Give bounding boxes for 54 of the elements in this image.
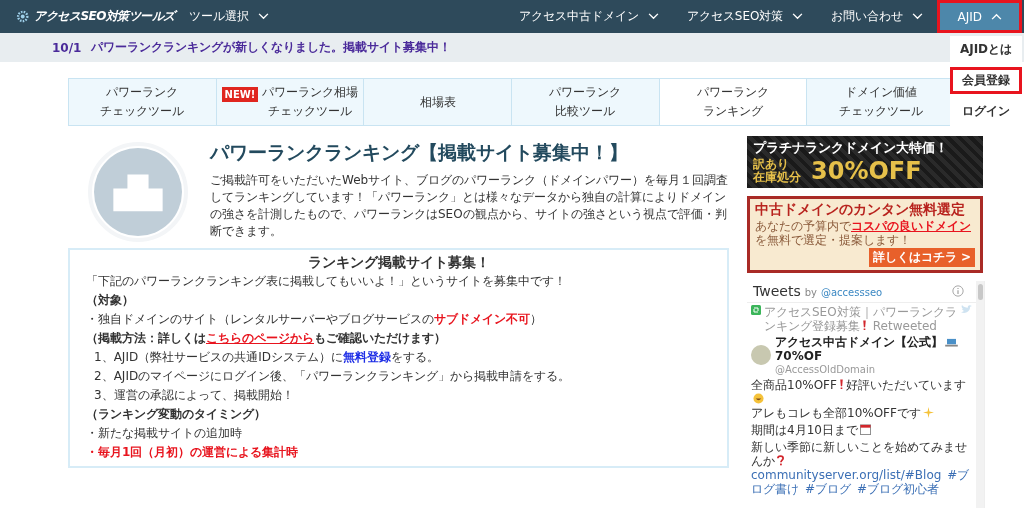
tweet-text: 全商品10%OFF 好評いただいています アレもコレも全部10%OFFです bbox=[751, 378, 967, 420]
account-link[interactable]: @accessseo bbox=[820, 287, 883, 298]
retweet-icon bbox=[751, 305, 761, 315]
recruit-line: （対象） bbox=[86, 292, 135, 309]
chevron-icon bbox=[647, 13, 659, 20]
tool-tab[interactable]: パワーランク チェックツール bbox=[69, 79, 217, 125]
scrollbar[interactable] bbox=[976, 281, 984, 508]
recruit-line: （ランキング変動のタイミング） bbox=[86, 406, 267, 423]
nav-menu-item[interactable]: AJID bbox=[937, 0, 1022, 33]
question-mark-icon bbox=[777, 455, 784, 466]
tool-tab[interactable]: NEW! パワーランク相場 チェックツール bbox=[216, 79, 365, 125]
recruit-line: （掲載方法：詳しくはこちらのページから もご確認いただけます） bbox=[86, 330, 447, 347]
chevron-icon bbox=[258, 13, 269, 20]
domain-selection-banner[interactable]: 中古ドメインのカンタン無料選定 あなたの予算内でコスパの良いドメイン を無料で選定・提案します！ 詳しくはコチラ > bbox=[747, 196, 983, 273]
page-title: パワーランクランキング【掲載サイト募集中！】 bbox=[210, 140, 629, 165]
tweet-text: 期間は4月10日まで bbox=[751, 423, 972, 437]
by-label: by bbox=[804, 287, 817, 298]
avatar-placeholder[interactable] bbox=[751, 345, 771, 365]
notice-date: 10/1 bbox=[52, 40, 82, 55]
recruit-line: 2、AJIDのマイページにログイン後、「パワーランクランキング」から掲載申請をする。 bbox=[93, 368, 572, 385]
bird-icon[interactable] bbox=[961, 305, 972, 314]
chevron-icon bbox=[912, 13, 924, 20]
notice-text[interactable]: パワーランクランキングが新しくなりました。掲載サイト募集中！ bbox=[91, 39, 452, 56]
recruit-line: ・独自ドメインのサイト（レンタルサーバーやブログサービスのサブドメイン不可） bbox=[86, 311, 543, 328]
intro-paragraph: ご掲載許可をいただいたWebサイト、ブログのパワーランク（ドメインパワー）を毎月１回調査してランキングしています！「パワーランク」とは様々なデータから独自の計算によりドメインの強さを計測したもので、パワーランクはSEOの観点から、サイトの強さという視点で評価・判断できます。 bbox=[210, 172, 730, 240]
tool-tab[interactable]: 相場表 bbox=[364, 79, 512, 125]
dropdown-menu-item[interactable]: 会員登録 bbox=[950, 67, 1022, 94]
chevron-icon bbox=[792, 13, 804, 20]
recruit-line: 3、運営の承認によって、掲載開始！ bbox=[93, 387, 295, 404]
sparkle-icon bbox=[922, 407, 934, 418]
smiley-icon bbox=[753, 393, 764, 404]
widget-title: Tweets bbox=[753, 283, 801, 299]
chevron-icon bbox=[991, 13, 1002, 20]
author-name[interactable]: アクセス中古ドメイン【公式】 70%OF bbox=[775, 335, 972, 363]
tweet-text: 新しい季節に新しいことを始めてみませんか communityserver.org/list/#Blog #ブログ書け #ブログ #ブログ初心者 bbox=[751, 440, 971, 496]
nav-menu-item[interactable]: お問い合わせ bbox=[817, 0, 938, 33]
ranking-podium-icon bbox=[88, 142, 188, 242]
exclamation-icon bbox=[838, 379, 844, 390]
recruit-line: ・毎月1回（月初）の運営による集計時 bbox=[86, 444, 300, 461]
laptop-icon bbox=[945, 338, 958, 347]
author-handle: @AccessOldDomain bbox=[775, 364, 877, 375]
recruit-line: 「下記のパワーランクランキング表に掲載してもいいよ！」というサイトを募集中です！ bbox=[86, 273, 567, 290]
retweet-label: アクセスSEO対策｜パワーランクランキング登録募集 Retweeted bbox=[764, 305, 958, 333]
gear-logo-icon bbox=[15, 8, 31, 25]
nav-menu-item[interactable]: アクセス中古ドメイン bbox=[504, 0, 673, 33]
recruit-title: ランキング掲載サイト募集！ bbox=[306, 254, 491, 272]
nav-menu-item[interactable]: アクセスSEO対策 bbox=[672, 0, 818, 33]
recruit-line: ・新たな掲載サイトの追加時 bbox=[86, 425, 243, 442]
exclamation-icon bbox=[862, 320, 867, 331]
recruit-line: 1、AJID（弊社サービスの共通IDシステム）に無料登録をする。 bbox=[93, 349, 440, 366]
new-badge: NEW! bbox=[221, 86, 259, 102]
info-icon[interactable] bbox=[952, 285, 964, 297]
calendar-icon bbox=[859, 424, 871, 435]
tool-tab[interactable]: パワーランク 比較ツール bbox=[512, 79, 660, 125]
